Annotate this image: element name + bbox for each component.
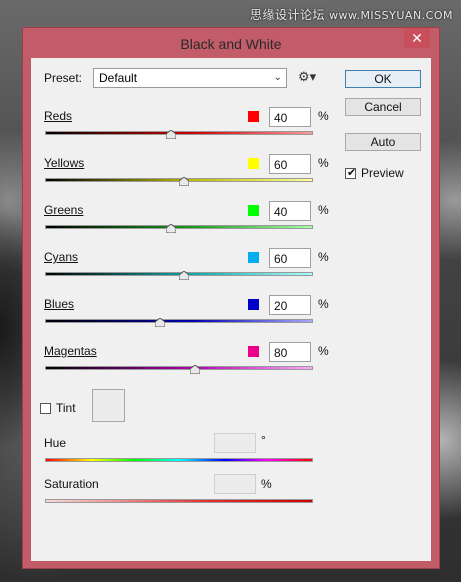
window-title: Black and White (180, 36, 282, 52)
reds-value-field[interactable]: 40 (269, 107, 311, 127)
yellows-percent: % (318, 156, 329, 170)
yellows-swatch (248, 158, 259, 169)
magentas-value-field[interactable]: 80 (269, 342, 311, 362)
saturation-field[interactable] (214, 474, 256, 494)
reds-percent: % (318, 109, 329, 123)
checkmark-icon: ✔ (347, 167, 357, 179)
close-icon: ✕ (411, 30, 423, 46)
hue-field[interactable] (214, 433, 256, 453)
greens-label: Greens (44, 203, 84, 217)
magentas-slider[interactable] (45, 366, 313, 370)
magentas-swatch (248, 346, 259, 357)
yellows-value-field[interactable]: 60 (269, 154, 311, 174)
saturation-unit: % (261, 477, 272, 491)
blues-swatch (248, 299, 259, 310)
magentas-percent: % (318, 344, 329, 358)
preset-value: Default (99, 71, 138, 85)
gear-icon[interactable]: ⚙▾ (298, 69, 316, 85)
greens-swatch (248, 205, 259, 216)
reds-slider[interactable] (45, 131, 313, 135)
chevron-down-icon: ⌄ (273, 72, 282, 83)
cyans-percent: % (318, 250, 329, 264)
cyans-label: Cyans (44, 250, 79, 264)
cyans-swatch (248, 252, 259, 263)
magentas-label: Magentas (44, 344, 97, 358)
title-bar[interactable]: Black and White ✕ (23, 28, 439, 58)
blues-label: Blues (44, 297, 75, 311)
hue-unit: ° (261, 433, 266, 447)
cancel-button[interactable]: Cancel (345, 98, 421, 116)
ok-button[interactable]: OK (345, 70, 421, 88)
yellows-slider-thumb[interactable] (179, 177, 190, 186)
auto-button[interactable]: Auto (345, 133, 421, 151)
blues-slider-thumb[interactable] (155, 318, 166, 327)
blues-slider[interactable] (45, 319, 313, 323)
close-button[interactable]: ✕ (404, 28, 430, 48)
greens-percent: % (318, 203, 329, 217)
reds-swatch (248, 111, 259, 122)
watermark-url: www.MISSYUAN.COM (328, 9, 453, 22)
greens-value-field[interactable]: 40 (269, 201, 311, 221)
magentas-slider-thumb[interactable] (190, 365, 201, 374)
hue-label: Hue (44, 436, 67, 450)
preset-dropdown[interactable]: Default ⌄ (93, 68, 287, 88)
reds-label: Reds (44, 109, 73, 123)
reds-slider-thumb[interactable] (165, 130, 176, 139)
tint-checkbox[interactable] (40, 403, 51, 414)
preview-label: Preview (361, 166, 404, 180)
dialog-content: Preset: Default ⌄ ⚙▾ OK Cancel Auto ✔ Pr… (31, 58, 431, 561)
saturation-slider[interactable] (45, 499, 313, 503)
watermark: 思缘设计论坛 www.MISSYUAN.COM (250, 6, 453, 23)
saturation-label: Saturation (44, 477, 99, 491)
preview-checkbox[interactable]: ✔ (345, 167, 357, 179)
cyans-slider-thumb[interactable] (179, 271, 190, 280)
yellows-label: Yellows (44, 156, 85, 170)
tint-label: Tint (56, 401, 76, 415)
watermark-cn-text: 思缘设计论坛 (249, 8, 325, 22)
cyans-value-field[interactable]: 60 (269, 248, 311, 268)
tint-color-swatch[interactable] (92, 389, 125, 422)
blues-value-field[interactable]: 20 (269, 295, 311, 315)
greens-slider-thumb[interactable] (165, 224, 176, 233)
blues-percent: % (318, 297, 329, 311)
greens-slider[interactable] (45, 225, 313, 229)
preset-label: Preset: (44, 71, 83, 85)
hue-slider[interactable] (45, 458, 313, 462)
black-and-white-dialog: Black and White ✕ Preset: Default ⌄ ⚙▾ O… (22, 27, 440, 569)
